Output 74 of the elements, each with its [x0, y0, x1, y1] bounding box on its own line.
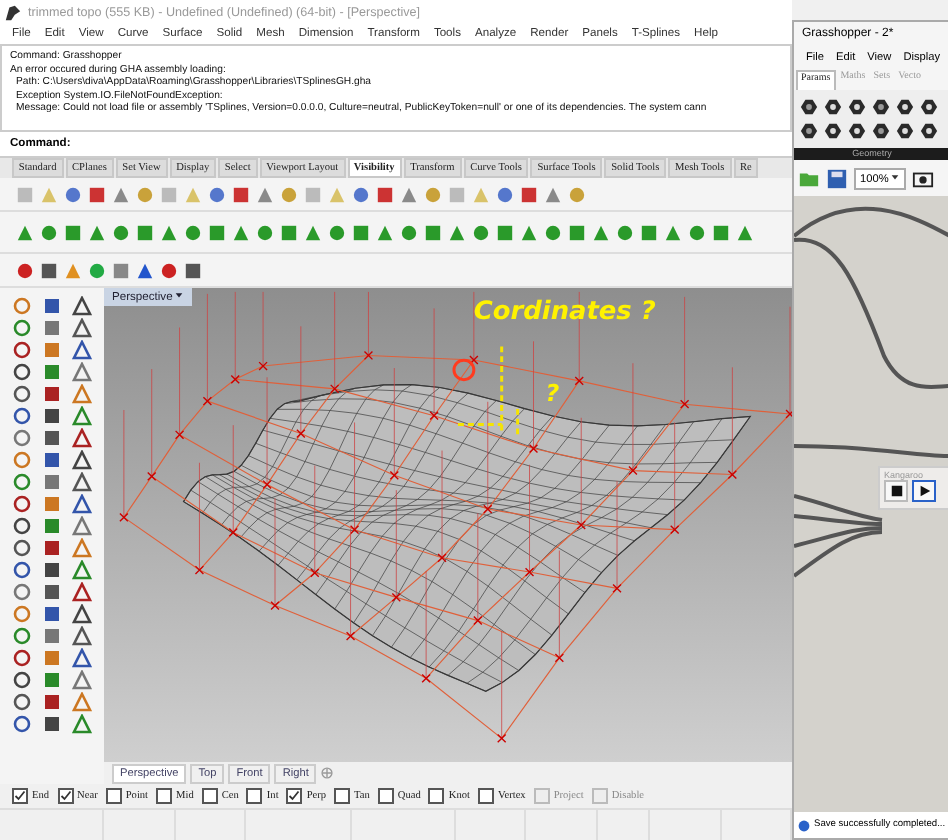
marker-circle: [452, 358, 476, 382]
hexagon-icon[interactable]: [824, 122, 842, 140]
circle-icon[interactable]: [12, 384, 32, 404]
circle-icon[interactable]: [12, 340, 32, 360]
square-icon[interactable]: [42, 692, 62, 712]
hexagon-icon[interactable]: [848, 98, 866, 116]
square-icon[interactable]: [232, 185, 250, 203]
circle-icon[interactable]: [12, 670, 32, 690]
hexagon-icon[interactable]: [920, 98, 938, 116]
hexagon-icon[interactable]: [920, 122, 938, 140]
stop-button[interactable]: [884, 480, 908, 502]
square-icon[interactable]: [42, 362, 62, 382]
circle-icon[interactable]: [12, 472, 32, 492]
hexagon-icon[interactable]: [848, 122, 866, 140]
annotation-text: Cordinates ?: [473, 297, 656, 328]
hexagon-icon[interactable]: [896, 122, 914, 140]
circle-icon[interactable]: [12, 406, 32, 426]
square-icon[interactable]: [42, 670, 62, 690]
annotation-text: ?: [545, 379, 560, 408]
hexagon-icon[interactable]: [800, 98, 818, 116]
triangle-icon[interactable]: [136, 261, 154, 279]
square-icon[interactable]: [42, 538, 62, 558]
square-icon[interactable]: [42, 560, 62, 580]
annotation-line: [456, 345, 520, 436]
circle-icon[interactable]: [12, 494, 32, 514]
play-button[interactable]: [912, 480, 936, 502]
square-icon[interactable]: [42, 296, 62, 316]
square-icon[interactable]: [184, 261, 202, 279]
circle-icon[interactable]: [64, 185, 82, 203]
circle-icon[interactable]: [12, 362, 32, 382]
circle-icon[interactable]: [12, 648, 32, 668]
circle-icon[interactable]: [12, 626, 32, 646]
square-icon[interactable]: [42, 714, 62, 734]
circle-icon[interactable]: [12, 318, 32, 338]
circle-icon[interactable]: [12, 714, 32, 734]
add-icon[interactable]: [320, 766, 335, 780]
square-icon[interactable]: [42, 582, 62, 602]
hexagon-icon[interactable]: [896, 98, 914, 116]
check-icon: [288, 790, 301, 802]
square-icon[interactable]: [42, 450, 62, 470]
hexagon-icon[interactable]: [872, 122, 890, 140]
square-icon[interactable]: [42, 604, 62, 624]
circle-icon[interactable]: [160, 261, 178, 279]
play-icon: [917, 484, 931, 498]
square-icon[interactable]: [42, 472, 62, 492]
info-icon: [798, 819, 810, 831]
check-icon: [59, 790, 72, 802]
hexagon-icon[interactable]: [800, 122, 818, 140]
circle-icon[interactable]: [12, 428, 32, 448]
square-icon[interactable]: [520, 185, 538, 203]
circle-icon[interactable]: [16, 261, 34, 279]
square-icon[interactable]: [88, 185, 106, 203]
circle-icon[interactable]: [12, 560, 32, 580]
square-icon[interactable]: [42, 384, 62, 404]
square-icon[interactable]: [42, 406, 62, 426]
hexagon-icon[interactable]: [872, 98, 890, 116]
square-icon[interactable]: [42, 318, 62, 338]
circle-icon[interactable]: [208, 185, 226, 203]
circle-icon[interactable]: [12, 538, 32, 558]
check-icon: [14, 790, 26, 802]
circle-icon[interactable]: [12, 582, 32, 602]
circle-icon[interactable]: [12, 516, 32, 536]
circle-icon[interactable]: [496, 185, 514, 203]
square-icon[interactable]: [376, 185, 394, 203]
caret-icon: [890, 171, 901, 181]
square-icon[interactable]: [42, 516, 62, 536]
square-icon[interactable]: [42, 428, 62, 448]
square-icon[interactable]: [42, 626, 62, 646]
hexagon-icon[interactable]: [824, 98, 842, 116]
circle-icon[interactable]: [12, 692, 32, 712]
circle-icon[interactable]: [352, 185, 370, 203]
stop-icon: [889, 484, 903, 498]
square-icon[interactable]: [40, 261, 58, 279]
camera-icon[interactable]: [912, 167, 935, 189]
